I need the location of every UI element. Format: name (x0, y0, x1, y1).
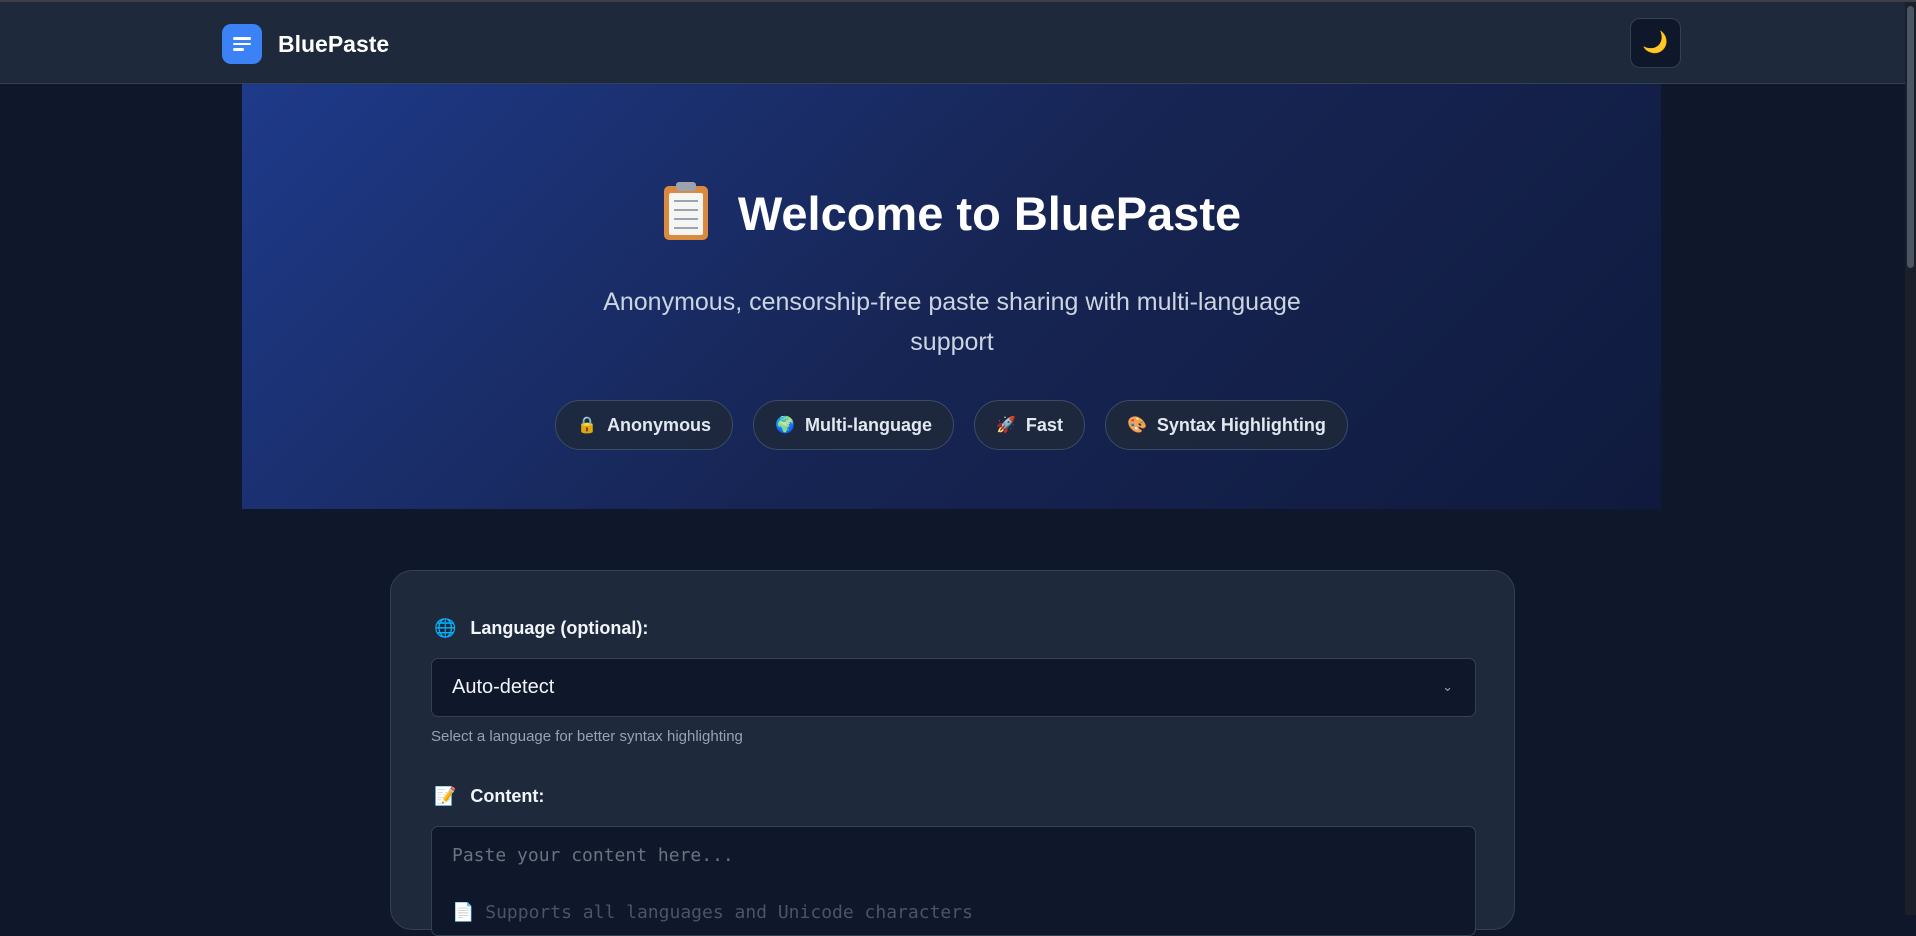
language-select[interactable]: Auto-detect ⌄ (431, 658, 1476, 717)
feature-pills: 🔒 Anonymous 🌍 Multi-language 🚀 Fast 🎨 Sy… (242, 400, 1661, 450)
rocket-icon: 🚀 (996, 417, 1016, 434)
language-label-text: Language (optional): (470, 618, 649, 638)
feature-pill-label: Fast (1025, 414, 1063, 435)
lock-icon: 🔒 (577, 417, 598, 434)
language-hint: Select a language for better syntax high… (431, 728, 743, 745)
theme-toggle-button[interactable]: 🌙 (1630, 18, 1681, 68)
content-placeholder-line2: 📄 Supports all languages and Unicode cha… (452, 902, 973, 923)
hero-section: Welcome to BluePaste Anonymous, censorsh… (242, 84, 1661, 509)
navbar: BluePaste 🌙 (0, 2, 1905, 84)
content-textarea[interactable]: Paste your content here... 📄 Supports al… (431, 826, 1476, 936)
moon-icon: 🌙 (1642, 31, 1669, 54)
language-label: 🌐 Language (optional): (434, 618, 648, 639)
palette-icon: 🎨 (1126, 417, 1147, 434)
feature-pill-anonymous: 🔒 Anonymous (555, 400, 734, 450)
language-selected-value: Auto-detect (452, 676, 555, 698)
chevron-down-icon: ⌄ (1442, 679, 1453, 694)
feature-pill-fast: 🚀 Fast (974, 400, 1085, 450)
globe-icon: 🌍 (775, 417, 795, 434)
paste-form-card: 🌐 Language (optional): Auto-detect ⌄ Sel… (390, 570, 1515, 936)
content-placeholder: Paste your content here... (452, 845, 734, 866)
paste-logo-icon (222, 24, 262, 64)
hero-title-text: Welcome to BluePaste (737, 187, 1242, 240)
content-label-text: Content: (470, 786, 545, 806)
brand-name: BluePaste (278, 30, 390, 57)
hero-title: Welcome to BluePaste (242, 182, 1661, 241)
feature-pill-syntax-highlighting: 🎨 Syntax Highlighting (1104, 400, 1348, 450)
feature-pill-multi-language: 🌍 Multi-language (753, 400, 954, 450)
feature-pill-label: Anonymous (607, 414, 712, 435)
page-scrollbar[interactable] (1905, 2, 1916, 915)
content-label: 📝 Content: (434, 786, 544, 807)
globe-with-meridians-icon: 🌐 (434, 618, 457, 638)
feature-pill-label: Syntax Highlighting (1156, 414, 1326, 435)
memo-icon: 📝 (434, 786, 457, 806)
brand[interactable]: BluePaste (222, 24, 389, 64)
hero-subtitle: Anonymous, censorship-free paste sharing… (603, 288, 1301, 356)
feature-pill-label: Multi-language (805, 414, 932, 435)
clipboard-icon (662, 182, 708, 240)
scrollbar-thumb[interactable] (1907, 6, 1914, 268)
